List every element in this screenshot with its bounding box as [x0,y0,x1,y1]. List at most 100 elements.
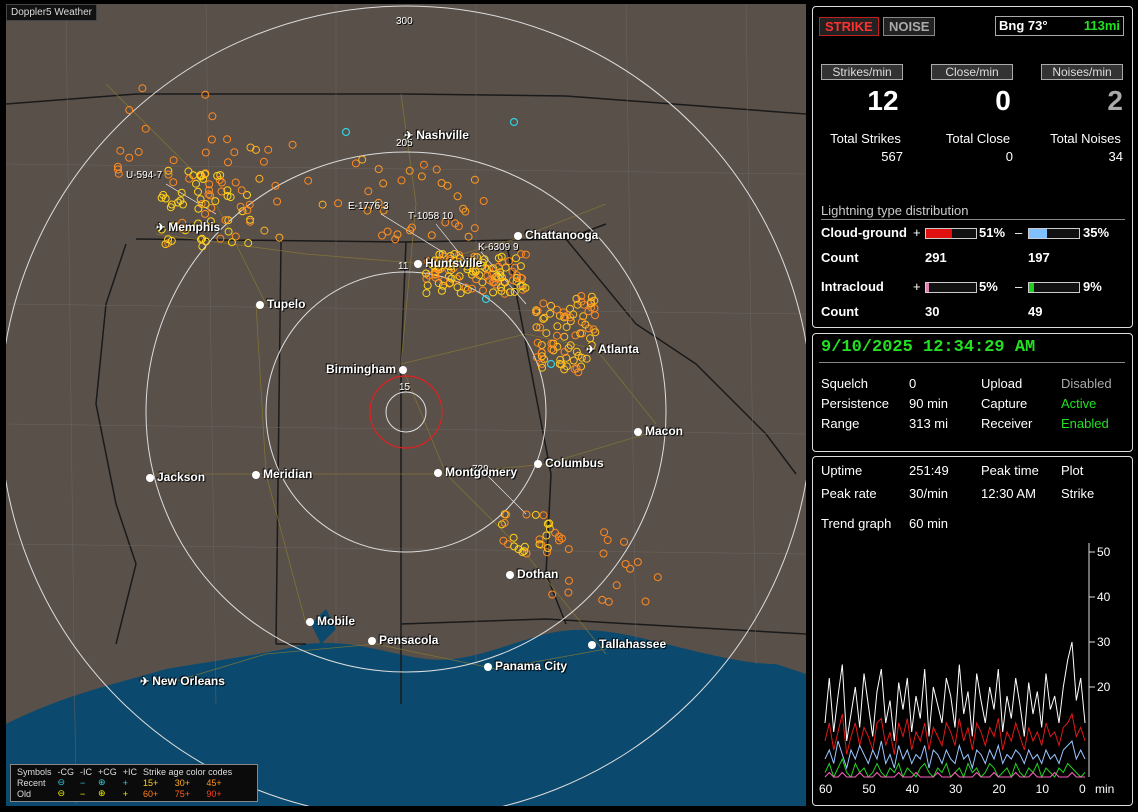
trend-series-line [824,771,1085,778]
legend-header: -IC [80,767,93,777]
trend-x-tick-label: 50 [862,782,876,796]
strike-marker [259,157,268,166]
storm-tag[interactable]: 11 [398,261,408,272]
recent-neg-cg-icon: ⊖ [57,777,66,787]
strike-marker [417,172,426,181]
city-name: Birmingham [326,362,397,376]
trend-x-tick-label: 60 [819,782,833,796]
strike-marker [653,573,662,582]
range-label-300: 300 [396,16,413,27]
strike-marker [479,197,488,205]
strike-marker [196,195,205,204]
city-tallahassee: Tallahassee [588,637,666,651]
capture-status[interactable]: Active [1061,396,1096,411]
storm-tag[interactable]: E-1776 3 [348,201,389,212]
strikes-per-min-header[interactable]: Strikes/min [821,64,903,80]
plot-value[interactable]: Strike [1061,486,1094,501]
legend-age: 60+ [143,788,159,799]
strike-marker [470,224,479,233]
cg-negative-bar [1028,228,1080,239]
intracloud-label: Intracloud [821,279,884,294]
bearing-value: Bng 73° [999,18,1048,33]
strike-marker [364,187,373,196]
lightning-map[interactable]: Doppler5 Weather 300 205 15 U-594-7 E-17… [6,4,806,806]
trend-x-tick-label: 30 [949,782,963,796]
noises-per-min-header[interactable]: Noises/min [1041,64,1123,80]
storm-tag[interactable]: U-594-7 [126,170,162,181]
cg-count-label: Count [821,250,859,265]
recent-strike-marker [546,359,556,369]
airport-icon: ✈ [586,344,596,356]
peak-time-label: Peak time [981,463,1039,478]
trend-x-tick-label: 0 [1079,782,1086,796]
city-name: Atlanta [598,342,639,356]
strike-marker [207,135,216,144]
city-dot-icon [434,468,442,477]
strike-marker [569,356,578,365]
peak-rate-label: Peak rate [821,486,877,501]
squelch-value[interactable]: 0 [909,376,916,391]
trend-y-tick-label: 20 [1097,680,1111,694]
strike-marker [194,187,202,196]
strike-marker [405,166,414,175]
recent-neg-ic-icon: − [80,777,86,788]
strike-markers [113,84,662,606]
city-dot-icon [146,473,154,482]
trend-x-tick-label: 20 [992,782,1006,796]
map-canvas [6,4,806,806]
strike-marker [141,124,150,133]
strike-marker [223,135,232,144]
legend-age: 30+ [174,777,190,788]
strike-marker [551,528,560,537]
strike-marker [633,558,642,566]
range-value[interactable]: 313 mi [909,416,948,431]
strike-marker [565,576,573,585]
city-dot-icon [534,459,542,468]
persistence-value[interactable]: 90 min [909,396,948,411]
ic-positive-bar [925,282,977,293]
uptime-label: Uptime [821,463,863,478]
strike-marker [556,355,565,364]
close-per-min-header[interactable]: Close/min [931,64,1013,80]
noise-button[interactable]: NOISE [883,17,936,36]
city-mobile: Mobile [306,614,355,628]
legend-header: +IC [122,767,138,777]
city-macon: Macon [634,424,683,438]
strike-marker [198,242,207,251]
city-dot-icon [506,570,514,579]
strike-marker [334,199,343,208]
strike-marker [509,533,518,542]
receiver-status[interactable]: Enabled [1061,416,1109,431]
trend-x-unit-label: min [1095,782,1114,796]
trend-chart: 50 40 30 20 60 50 40 30 20 10 0 min [819,543,1114,796]
peak-time-value: 12:30 AM [981,486,1036,501]
strike-marker [116,146,125,155]
strike-marker [564,588,573,597]
recent-pos-cg-icon: ⊕ [98,777,106,787]
strike-button[interactable]: STRIKE [819,17,879,36]
ic-negative-bar [1028,282,1080,293]
trend-graph-window[interactable]: 60 min [909,516,948,531]
total-noises-label: Total Noises [1050,131,1121,146]
storm-tag[interactable]: K-6309 9 [478,242,519,253]
datetime-display: 9/10/2025 12:34:29 AM [821,338,1036,357]
city-name: Chattanooga [525,228,599,242]
city-huntsville: Huntsville [414,256,482,270]
highways [105,83,657,685]
range-label: Range [821,416,860,431]
strike-marker [591,311,599,320]
storm-tag[interactable]: T-1058 10 [408,211,453,222]
state-borders [6,93,806,704]
upload-status[interactable]: Disabled [1061,376,1112,391]
status-panel: 9/10/2025 12:34:29 AM Squelch 0 Upload D… [812,333,1133,452]
symbol-legend: Symbols -CG -IC +CG +IC Strike age color… [10,764,258,802]
city-dot-icon [368,636,376,645]
legend-age: 75+ [174,788,190,799]
city-name: Panama City [495,659,568,673]
city-dot-icon [399,365,408,374]
city-dot-icon [256,300,264,309]
total-close-value: 0 [1005,149,1013,164]
strike-marker [547,301,555,310]
strike-marker [201,209,210,218]
strike-marker [184,167,193,176]
